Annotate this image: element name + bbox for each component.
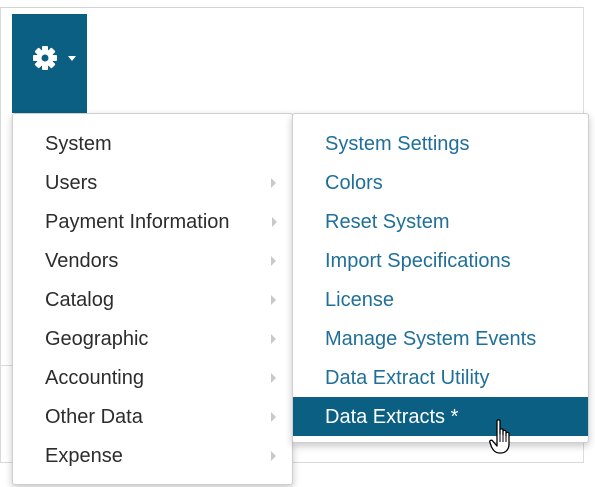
menu-item-label: System <box>45 133 112 155</box>
menu-item-other-data[interactable]: Other Data <box>13 397 292 436</box>
menu-item-users[interactable]: Users <box>13 163 292 202</box>
submenu-item-label: License <box>325 289 394 311</box>
chevron-right-icon <box>271 451 276 461</box>
settings-menu-button[interactable] <box>12 14 87 113</box>
submenu-item-data-extracts[interactable]: Data Extracts * <box>293 397 588 436</box>
chevron-right-icon <box>271 334 276 344</box>
page-left-border <box>0 7 1 462</box>
gear-icon <box>33 46 57 70</box>
content-divider <box>0 365 12 366</box>
submenu-item-import-specifications[interactable]: Import Specifications <box>293 241 588 280</box>
caret-down-icon <box>68 56 76 61</box>
chevron-right-icon <box>272 217 277 227</box>
settings-dropdown-menu: System Users Payment Information Vendors… <box>12 113 293 485</box>
menu-item-catalog[interactable]: Catalog <box>13 280 292 319</box>
menu-item-label: Users <box>45 172 98 194</box>
submenu-item-label: System Settings <box>325 133 470 155</box>
menu-item-payment-information[interactable]: Payment Information <box>13 202 292 241</box>
menu-item-geographic[interactable]: Geographic <box>13 319 292 358</box>
chevron-right-icon <box>271 178 276 188</box>
page-top-border <box>0 7 583 8</box>
submenu-item-label: Manage System Events <box>325 328 537 350</box>
chevron-right-icon <box>271 256 276 266</box>
menu-item-label: Other Data <box>45 406 143 428</box>
hand-pointer-icon <box>489 419 510 454</box>
submenu-item-reset-system[interactable]: Reset System <box>293 202 588 241</box>
menu-item-label: Accounting <box>45 367 144 389</box>
submenu-item-data-extract-utility[interactable]: Data Extract Utility <box>293 358 588 397</box>
menu-item-label: Geographic <box>45 328 149 350</box>
chevron-right-icon <box>271 295 276 305</box>
menu-item-vendors[interactable]: Vendors <box>13 241 292 280</box>
submenu-item-system-settings[interactable]: System Settings <box>293 124 588 163</box>
submenu-item-label: Data Extract Utility <box>325 367 490 389</box>
menu-item-expense[interactable]: Expense <box>13 436 292 475</box>
submenu-item-label: Data Extracts * <box>325 406 459 428</box>
submenu-item-manage-system-events[interactable]: Manage System Events <box>293 319 588 358</box>
menu-item-label: Catalog <box>45 289 114 311</box>
submenu-item-label: Reset System <box>325 211 450 233</box>
submenu-item-colors[interactable]: Colors <box>293 163 588 202</box>
menu-item-label: Payment Information <box>45 211 230 233</box>
chevron-right-icon <box>271 373 276 383</box>
submenu-item-license[interactable]: License <box>293 280 588 319</box>
menu-item-accounting[interactable]: Accounting <box>13 358 292 397</box>
submenu-item-label: Colors <box>325 172 383 194</box>
menu-item-label: Expense <box>45 445 123 467</box>
menu-item-label: Vendors <box>45 250 119 272</box>
menu-item-system[interactable]: System <box>13 124 292 163</box>
submenu-item-label: Import Specifications <box>325 250 511 272</box>
system-submenu: System Settings Colors Reset System Impo… <box>292 113 589 443</box>
chevron-right-icon <box>271 412 276 422</box>
